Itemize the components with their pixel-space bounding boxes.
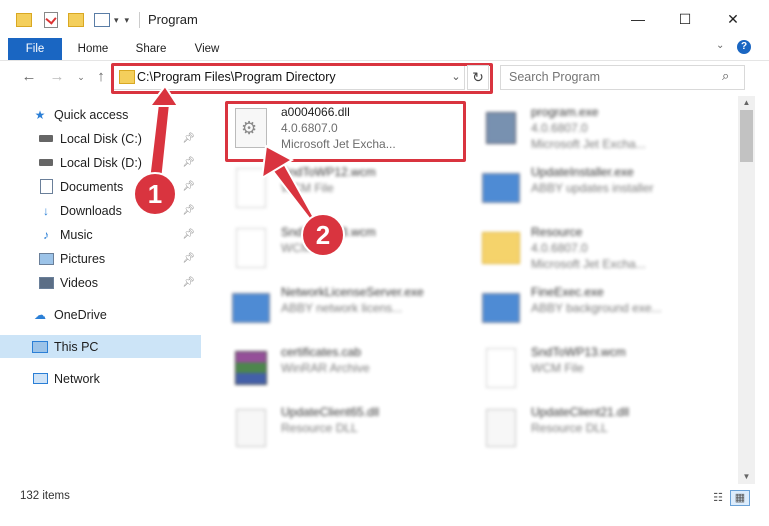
step-2-badge: 2 [301, 213, 345, 257]
annotation-arrows [147, 84, 323, 233]
step-1-badge: 1 [133, 172, 177, 216]
arrow-1 [147, 84, 180, 181]
